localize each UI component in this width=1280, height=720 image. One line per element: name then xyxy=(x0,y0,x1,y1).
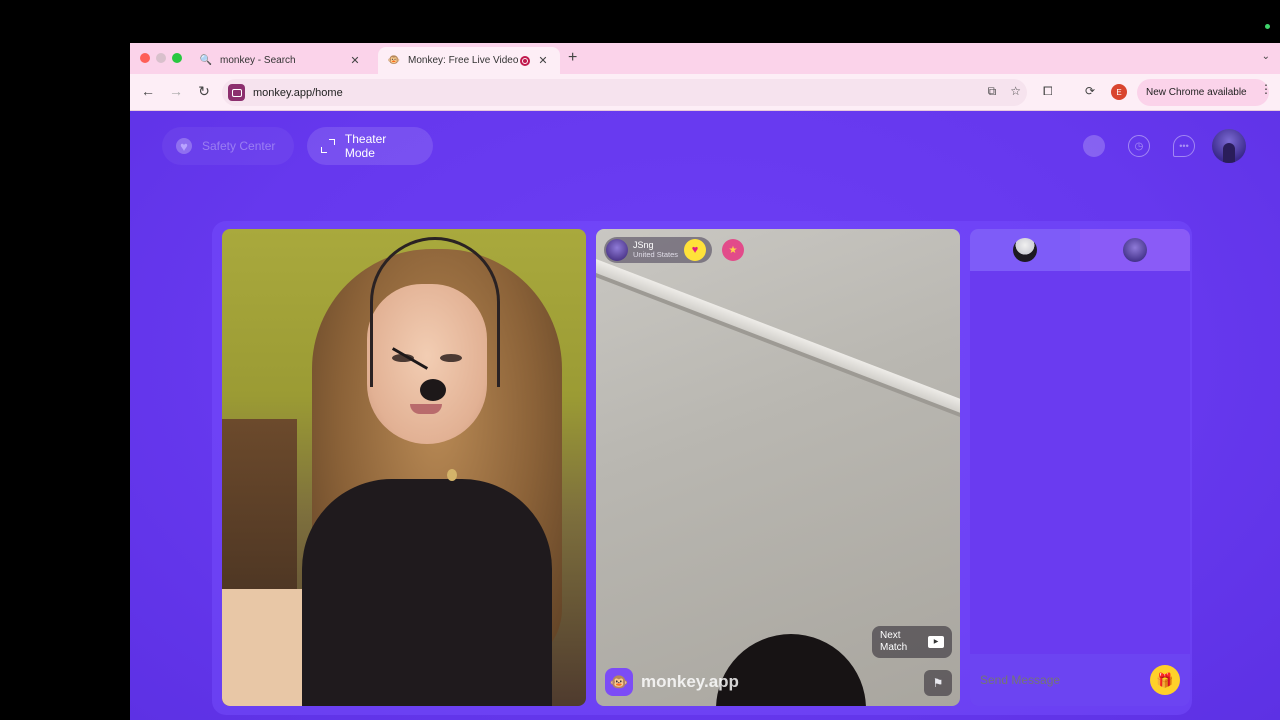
address-bar-actions: ⧉ ☆ xyxy=(988,84,1021,99)
chevron-down-icon[interactable]: ⌄ xyxy=(1262,51,1270,62)
bed xyxy=(222,589,312,706)
gift-icon[interactable]: 🎁 xyxy=(1150,665,1180,695)
new-tab-icon[interactable]: + xyxy=(568,49,577,67)
new-chrome-available-button[interactable]: New Chrome available xyxy=(1137,79,1269,106)
bookmark-star-icon[interactable]: ☆ xyxy=(1010,84,1021,99)
black-top xyxy=(302,479,552,706)
headset xyxy=(370,237,500,387)
address-bar[interactable]: monkey.app/home ⧉ ☆ xyxy=(222,79,1027,106)
tab-strip: 🔍 monkey - Search ✕ 🐵 Monkey: Free Live … xyxy=(130,43,1280,74)
close-window-button[interactable] xyxy=(140,53,150,63)
monkey-favicon-icon: 🐵 xyxy=(387,55,401,66)
heart-icon[interactable]: ♥ xyxy=(684,239,707,261)
minimize-window-button[interactable] xyxy=(156,53,166,63)
next-match-line2: Match xyxy=(880,642,908,653)
next-match-line1: Next xyxy=(880,630,901,641)
partner-info[interactable]: JSng United States ♥ xyxy=(604,237,713,263)
mouth xyxy=(410,404,442,414)
browser-window: 🔍 monkey - Search ✕ 🐵 Monkey: Free Live … xyxy=(130,43,1280,720)
partner-details: JSng United States xyxy=(633,240,678,260)
chat-tabs xyxy=(970,229,1190,271)
partner-country: United States xyxy=(633,250,679,259)
monkey-page: ♥ Safety Center Theater Mode ◷ ••• JSng … xyxy=(130,111,1280,720)
report-icon[interactable]: ⚑ xyxy=(924,670,952,696)
next-match-button[interactable]: Next Match ▶ xyxy=(872,626,952,658)
chat-input-bar: 🎁 xyxy=(970,654,1190,706)
send-message-input[interactable] xyxy=(980,673,1150,687)
site-info-icon[interactable] xyxy=(228,84,245,101)
tab-monkey-search[interactable]: 🔍 monkey - Search ✕ xyxy=(190,47,372,74)
close-icon[interactable]: ✕ xyxy=(348,54,362,67)
next-match-label: Next Match xyxy=(880,630,907,654)
badge-icon[interactable]: ★ xyxy=(722,239,744,261)
partner-avatar xyxy=(1123,238,1147,262)
reload-icon[interactable]: ↻ xyxy=(194,83,214,100)
self-avatar xyxy=(1013,238,1037,262)
close-icon[interactable]: ✕ xyxy=(536,54,550,67)
brand-text: monkey.app xyxy=(641,672,739,691)
tab-title: Monkey: Free Live Video Ch xyxy=(408,55,520,66)
url-text: monkey.app/home xyxy=(253,86,343,99)
play-icon: ▶ xyxy=(928,636,944,648)
safety-center-label: Safety Center xyxy=(202,139,276,153)
self-video xyxy=(222,229,586,706)
monkey-logo-icon: 🐵 xyxy=(605,668,633,696)
expand-icon xyxy=(321,139,335,153)
messages-icon[interactable]: ••• xyxy=(1173,135,1195,157)
tab-self-profile[interactable] xyxy=(970,229,1080,271)
safety-center-button[interactable]: ♥ Safety Center xyxy=(162,127,294,165)
partner-avatar[interactable] xyxy=(606,239,628,261)
install-app-icon[interactable]: ⧉ xyxy=(988,84,997,99)
partner-name: JSng xyxy=(633,240,654,250)
back-arrow-icon[interactable]: ← xyxy=(138,83,158,99)
browser-toolbar: ← → ↻ monkey.app/home ⧉ ☆ ⧠ ⟳ E New Chro… xyxy=(130,74,1280,111)
microphone xyxy=(420,379,446,401)
tab-monkey-app[interactable]: 🐵 Monkey: Free Live Video Ch ✕ xyxy=(378,47,560,74)
forward-arrow-icon[interactable]: → xyxy=(166,83,186,99)
theater-mode-button[interactable]: Theater Mode xyxy=(307,127,433,165)
theater-mode-label: Theater Mode xyxy=(344,132,387,160)
search-icon: 🔍 xyxy=(199,55,213,66)
monkey-brand: 🐵 monkey.app xyxy=(605,668,739,696)
profile-avatar[interactable]: E xyxy=(1111,84,1127,100)
chat-panel: 🎁 xyxy=(970,229,1190,706)
sync-icon[interactable]: ⟳ xyxy=(1085,84,1095,98)
maximize-window-button[interactable] xyxy=(172,53,182,63)
screen: 🔍 monkey - Search ✕ 🐵 Monkey: Free Live … xyxy=(0,0,1280,720)
user-avatar[interactable] xyxy=(1212,129,1246,163)
tab-title: monkey - Search xyxy=(220,55,296,66)
tab-partner-profile[interactable] xyxy=(1080,229,1190,271)
coin-icon[interactable] xyxy=(1083,135,1105,157)
more-menu-icon[interactable]: ⋮ xyxy=(1260,82,1272,96)
history-clock-icon[interactable]: ◷ xyxy=(1128,135,1150,157)
molding-shadow xyxy=(596,273,960,435)
partner-video: JSng United States ♥ ★ Next Match ▶ 🐵 mo… xyxy=(596,229,960,706)
recording-icon xyxy=(520,55,530,66)
shield-icon: ♥ xyxy=(176,138,192,154)
status-indicator xyxy=(1265,24,1270,29)
necklace xyxy=(447,469,457,481)
extensions-icon[interactable]: ⧠ xyxy=(1043,84,1053,99)
chat-messages xyxy=(970,271,1190,654)
